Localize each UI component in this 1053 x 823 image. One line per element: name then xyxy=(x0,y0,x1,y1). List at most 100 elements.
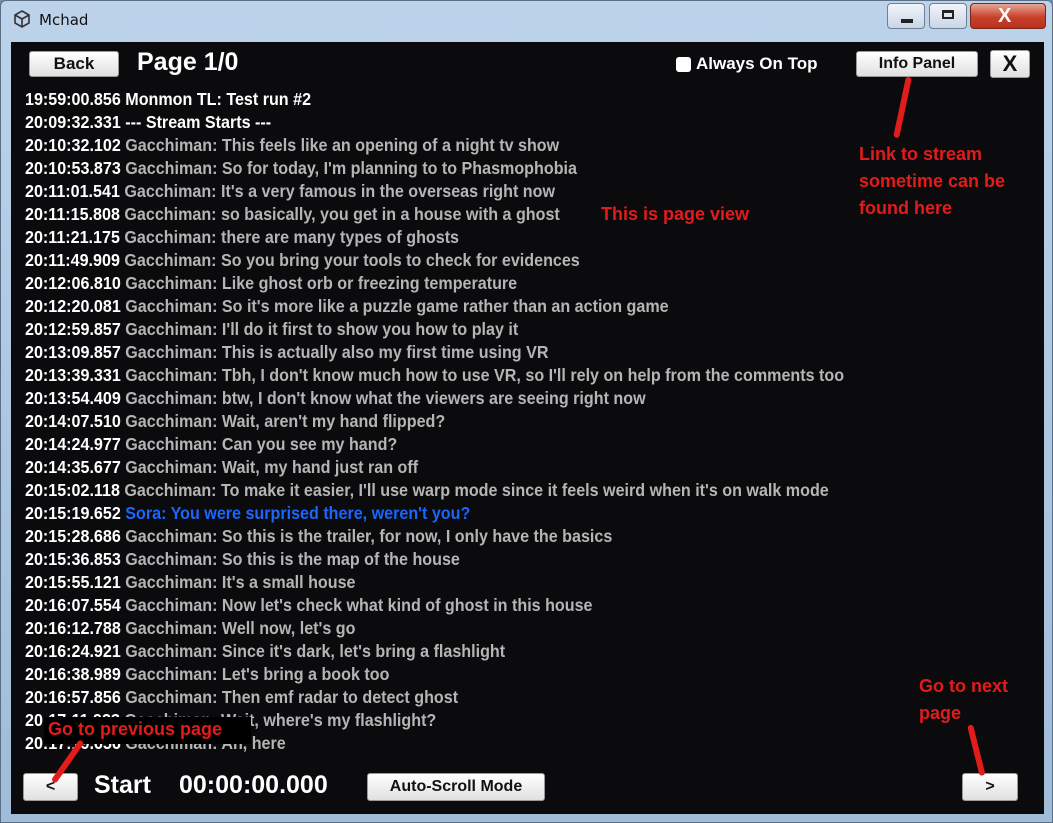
log-message: Gacchiman: So this is the map of the hou… xyxy=(125,549,460,569)
log-line: 20:16:12.788 Gacchiman: Well now, let's … xyxy=(25,617,945,640)
log-line: 20:11:21.175 Gacchiman: there are many t… xyxy=(25,226,945,249)
next-page-button[interactable]: > xyxy=(962,773,1018,801)
window-title: Mchad xyxy=(39,11,89,29)
always-on-top-toggle[interactable]: Always On Top xyxy=(676,54,818,74)
log-message: Gacchiman: I'll do it first to show you … xyxy=(125,319,519,339)
log-message: Gacchiman: So it's more like a puzzle ga… xyxy=(125,296,669,316)
log-message: Gacchiman: Wait, my hand just ran off xyxy=(125,457,419,477)
log-message: Gacchiman: This feels like an opening of… xyxy=(125,135,560,155)
log-timestamp: 20:16:57.856 xyxy=(25,687,121,707)
auto-scroll-button[interactable]: Auto-Scroll Mode xyxy=(367,773,545,801)
window-close-button[interactable]: X xyxy=(970,3,1046,29)
log-message: Gacchiman: Can you see my hand? xyxy=(125,434,398,454)
log-timestamp: 20:13:39.331 xyxy=(25,365,121,385)
log-timestamp: 20:11:49.909 xyxy=(25,250,120,270)
log-timestamp: 20:14:35.677 xyxy=(25,457,121,477)
log-message: Gacchiman: there are many types of ghost… xyxy=(124,227,460,247)
log-timestamp: 20:09:32.331 xyxy=(25,112,121,132)
log-timestamp: 20:10:53.873 xyxy=(25,158,121,178)
next-page-annotation: Go to next page xyxy=(919,676,1008,723)
log-timestamp: 20:11:21.175 xyxy=(25,227,120,247)
log-timestamp: 20:10:32.102 xyxy=(25,135,121,155)
start-label: Start xyxy=(94,771,151,799)
log-message: Gacchiman: This is actually also my firs… xyxy=(125,342,549,362)
log-line: 20:12:06.810 Gacchiman: Like ghost orb o… xyxy=(25,272,945,295)
app-window: Mchad X Back Page 1/0 Always On Top Info… xyxy=(0,0,1053,823)
log-timestamp: 20:15:55.121 xyxy=(25,572,121,592)
log-message: --- Stream Starts --- xyxy=(125,112,272,132)
log-line: 20:16:38.989 Gacchiman: Let's bring a bo… xyxy=(25,663,945,686)
log-line: 19:59:00.856 Monmon TL: Test run #2 xyxy=(25,88,945,111)
back-button[interactable]: Back xyxy=(29,51,119,77)
always-on-top-checkbox[interactable] xyxy=(676,56,691,72)
log-timestamp: 20:13:09.857 xyxy=(25,342,121,362)
log-message: Gacchiman: So you bring your tools to ch… xyxy=(124,250,580,270)
log-line: 20:10:53.873 Gacchiman: So for today, I'… xyxy=(25,157,945,180)
log-line: 20:12:59.857 Gacchiman: I'll do it first… xyxy=(25,318,945,341)
log-line: 20:14:35.677 Gacchiman: Wait, my hand ju… xyxy=(25,456,945,479)
log-message: Monmon TL: Test run #2 xyxy=(125,89,312,109)
log-line: 20:15:36.853 Gacchiman: So this is the m… xyxy=(25,548,945,571)
log-timestamp: 20:12:20.081 xyxy=(25,296,121,316)
log-message: Gacchiman: Since it's dark, let's bring … xyxy=(125,641,506,661)
log-line: 20:09:32.331 --- Stream Starts --- xyxy=(25,111,945,134)
log-message: Gacchiman: Like ghost orb or freezing te… xyxy=(125,273,518,293)
log-line: 20:15:02.118 Gacchiman: To make it easie… xyxy=(25,479,945,502)
log-line: 20:13:54.409 Gacchiman: btw, I don't kno… xyxy=(25,387,945,410)
log-line: 20:11:01.541 Gacchiman: It's a very famo… xyxy=(25,180,945,203)
log-message: Sora: You were surprised there, weren't … xyxy=(125,503,471,523)
log-timestamp: 20:15:19.652 xyxy=(25,503,121,523)
minimize-icon xyxy=(901,19,913,23)
maximize-button[interactable] xyxy=(929,3,967,29)
prev-page-button[interactable]: < xyxy=(23,773,78,801)
log-line: 20:10:32.102 Gacchiman: This feels like … xyxy=(25,134,945,157)
log-line: 20:15:28.686 Gacchiman: So this is the t… xyxy=(25,525,945,548)
log-line: 20:11:15.808 Gacchiman: so basically, yo… xyxy=(25,203,945,226)
info-panel-button[interactable]: Info Panel xyxy=(856,51,978,77)
log-message: Gacchiman: It's a very famous in the ove… xyxy=(124,181,556,201)
page-view-annotation: This is page view xyxy=(601,204,750,224)
log-timestamp: 20:15:02.118 xyxy=(25,480,120,500)
log-message: Gacchiman: Wait, aren't my hand flipped? xyxy=(125,411,446,431)
log-timestamp: 20:14:24.977 xyxy=(25,434,121,454)
maximize-icon xyxy=(942,10,954,19)
log-timestamp: 20:16:07.554 xyxy=(25,595,121,615)
prev-page-annotation: Go to previous page xyxy=(48,719,223,739)
log-message: Gacchiman: So this is the trailer, for n… xyxy=(125,526,613,546)
log-message: Gacchiman: Now let's check what kind of … xyxy=(125,595,593,615)
log-line: 20:16:57.856 Gacchiman: Then emf radar t… xyxy=(25,686,945,709)
log-timestamp: 20:12:06.810 xyxy=(25,273,121,293)
log-line: 20:15:55.121 Gacchiman: It's a small hou… xyxy=(25,571,945,594)
log-line: 20:13:09.857 Gacchiman: This is actually… xyxy=(25,341,945,364)
time-display: 00:00:00.000 xyxy=(179,771,328,799)
close-icon: X xyxy=(998,5,1012,27)
log-message: Gacchiman: Let's bring a book too xyxy=(125,664,390,684)
log-message: Gacchiman: Then emf radar to detect ghos… xyxy=(125,687,459,707)
log-message: Gacchiman: btw, I don't know what the vi… xyxy=(125,388,646,408)
log-timestamp: 20:11:15.808 xyxy=(25,204,120,224)
unity-icon xyxy=(14,10,30,28)
page-title: Page 1/0 xyxy=(137,48,239,76)
title-bar[interactable]: Mchad X xyxy=(1,1,1052,39)
log-line: 20:13:39.331 Gacchiman: Tbh, I don't kno… xyxy=(25,364,945,387)
log-line: 20:12:20.081 Gacchiman: So it's more lik… xyxy=(25,295,945,318)
log-timestamp: 20:12:59.857 xyxy=(25,319,121,339)
log-line: 20:14:24.977 Gacchiman: Can you see my h… xyxy=(25,433,945,456)
log-timestamp: 20:15:36.853 xyxy=(25,549,121,569)
log-line: 20:16:07.554 Gacchiman: Now let's check … xyxy=(25,594,945,617)
log-line: 20:11:49.909 Gacchiman: So you bring you… xyxy=(25,249,945,272)
log-line: 20:14:07.510 Gacchiman: Wait, aren't my … xyxy=(25,410,945,433)
log-message: Gacchiman: So for today, I'm planning to… xyxy=(125,158,577,178)
log-timestamp: 20:15:28.686 xyxy=(25,526,121,546)
log-line: 20:15:19.652 Sora: You were surprised th… xyxy=(25,502,945,525)
log-message: Gacchiman: Tbh, I don't know much how to… xyxy=(125,365,845,385)
log-timestamp: 20:11:01.541 xyxy=(25,181,120,201)
log-message: Gacchiman: To make it easier, I'll use w… xyxy=(124,480,829,500)
log-line: 20:16:24.921 Gacchiman: Since it's dark,… xyxy=(25,640,945,663)
log-timestamp: 19:59:00.856 xyxy=(25,89,121,109)
minimize-button[interactable] xyxy=(887,3,925,29)
close-panel-button[interactable]: X xyxy=(990,50,1030,78)
log-timestamp: 20:16:24.921 xyxy=(25,641,121,661)
log-message: Gacchiman: It's a small house xyxy=(125,572,356,592)
log-timestamp: 20:13:54.409 xyxy=(25,388,121,408)
